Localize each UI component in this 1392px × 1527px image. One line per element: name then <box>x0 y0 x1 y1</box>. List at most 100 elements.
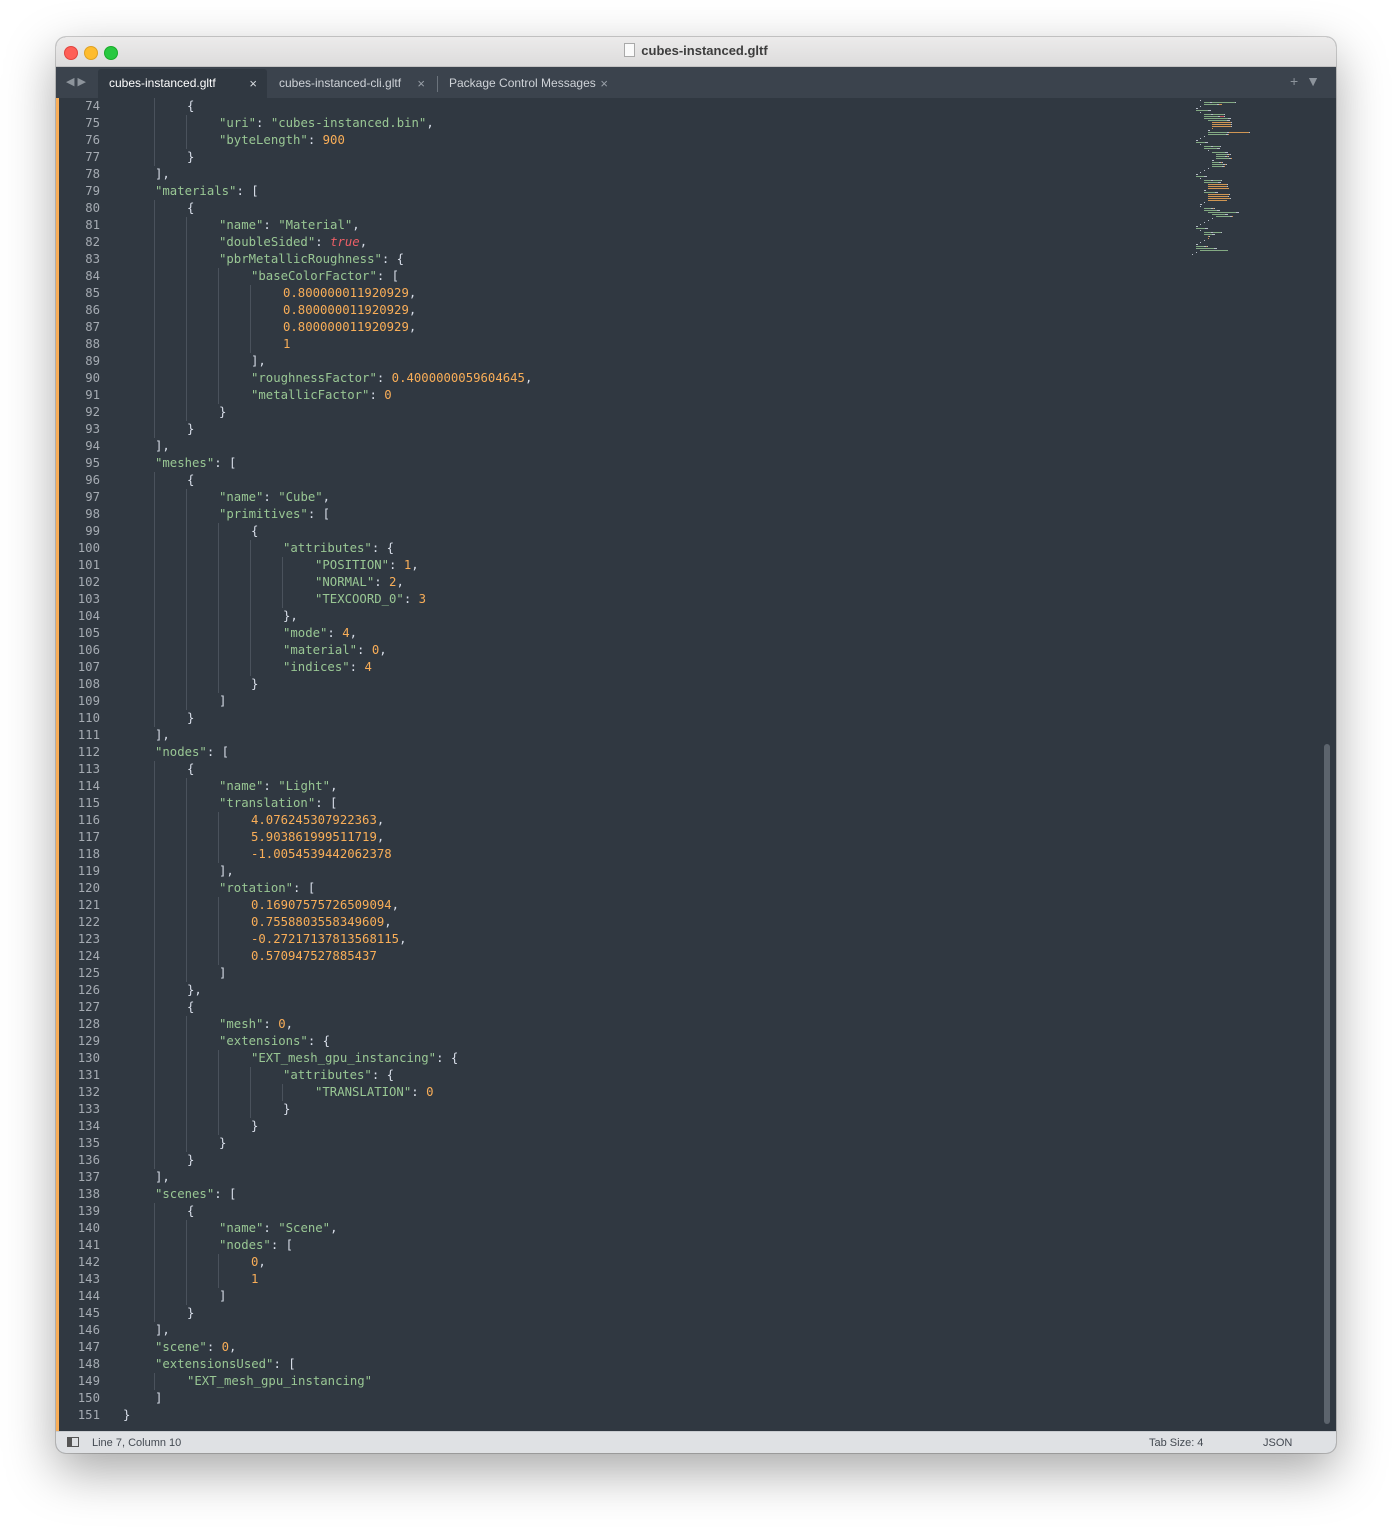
code-line[interactable]: } <box>100 1135 1176 1152</box>
code-line[interactable]: 0.800000011920929, <box>100 302 1176 319</box>
code-line[interactable]: } <box>100 1118 1176 1135</box>
code-line[interactable]: "name": "Material", <box>100 217 1176 234</box>
code-line[interactable]: { <box>100 761 1176 778</box>
tab-menu-icon[interactable]: ▼ <box>1306 73 1320 89</box>
code-line[interactable]: }, <box>100 982 1176 999</box>
code-line[interactable]: "baseColorFactor": [ <box>100 268 1176 285</box>
tab-cubes-instanced-cli[interactable]: cubes-instanced-cli.gltf × <box>268 69 435 98</box>
close-tab-icon[interactable]: × <box>417 69 425 98</box>
code-line[interactable]: "mode": 4, <box>100 625 1176 642</box>
forward-arrow-icon[interactable]: ▶ <box>77 76 88 88</box>
code-line[interactable]: 0.570947527885437 <box>100 948 1176 965</box>
code-line[interactable]: "doubleSided": true, <box>100 234 1176 251</box>
code-line[interactable]: 1 <box>100 336 1176 353</box>
code-line[interactable]: "metallicFactor": 0 <box>100 387 1176 404</box>
code-line[interactable]: "roughnessFactor": 0.4000000059604645, <box>100 370 1176 387</box>
code-line[interactable]: "TEXCOORD_0": 3 <box>100 591 1176 608</box>
line-number: 108 <box>77 677 100 691</box>
vertical-scrollbar[interactable] <box>1322 104 1332 1426</box>
code-line[interactable]: ] <box>100 1390 1176 1407</box>
code-line[interactable]: ], <box>100 166 1176 183</box>
code-line[interactable]: "TRANSLATION": 0 <box>100 1084 1176 1101</box>
code-line[interactable]: "attributes": { <box>100 540 1176 557</box>
sidebar-toggle-icon[interactable] <box>67 1437 79 1447</box>
code-line[interactable]: "name": "Scene", <box>100 1220 1176 1237</box>
close-tab-icon[interactable]: × <box>249 69 257 98</box>
code-area[interactable]: {"uri": "cubes-instanced.bin", "byteLengt… <box>100 98 1176 1424</box>
new-tab-icon[interactable]: + <box>1290 73 1298 89</box>
code-line[interactable]: "name": "Cube", <box>100 489 1176 506</box>
code-line[interactable]: "POSITION": 1, <box>100 557 1176 574</box>
code-line[interactable]: -0.27217137813568115, <box>100 931 1176 948</box>
close-tab-icon[interactable]: × <box>600 69 608 98</box>
code-line[interactable]: { <box>100 98 1176 115</box>
code-line[interactable]: "primitives": [ <box>100 506 1176 523</box>
code-token: , <box>376 830 385 844</box>
code-line[interactable]: { <box>100 200 1176 217</box>
indent-guide <box>154 200 155 217</box>
code-line[interactable]: 4.076245307922363, <box>100 812 1176 829</box>
code-line[interactable]: 0.800000011920929, <box>100 285 1176 302</box>
code-line[interactable]: } <box>100 421 1176 438</box>
code-line[interactable]: 1 <box>100 1271 1176 1288</box>
code-line[interactable]: } <box>100 404 1176 421</box>
syntax-indicator[interactable]: JSON <box>1263 1432 1292 1453</box>
code-line[interactable]: } <box>100 149 1176 166</box>
code-line[interactable]: ], <box>100 1169 1176 1186</box>
code-line[interactable]: { <box>100 999 1176 1016</box>
code-line[interactable]: "scene": 0, <box>100 1339 1176 1356</box>
code-line[interactable]: { <box>100 1203 1176 1220</box>
code-line[interactable]: 5.903861999511719, <box>100 829 1176 846</box>
code-line[interactable]: } <box>100 1152 1176 1169</box>
code-line[interactable]: } <box>100 1305 1176 1322</box>
code-line[interactable]: "NORMAL": 2, <box>100 574 1176 591</box>
code-line[interactable]: "nodes": [ <box>100 1237 1176 1254</box>
code-line[interactable]: "attributes": { <box>100 1067 1176 1084</box>
code-line[interactable]: }, <box>100 608 1176 625</box>
code-line[interactable]: -1.0054539442062378 <box>100 846 1176 863</box>
code-line[interactable]: } <box>100 1407 1176 1424</box>
scrollbar-thumb[interactable] <box>1324 744 1330 1424</box>
code-line[interactable]: 0.16907575726509094, <box>100 897 1176 914</box>
code-line[interactable]: "nodes": [ <box>100 744 1176 761</box>
code-line[interactable]: "name": "Light", <box>100 778 1176 795</box>
tab-package-control-messages[interactable]: Package Control Messages × <box>438 69 618 98</box>
code-line[interactable]: ] <box>100 693 1176 710</box>
code-line[interactable]: ], <box>100 1322 1176 1339</box>
minimap[interactable] <box>1192 100 1250 400</box>
code-line[interactable]: "byteLength": 900 <box>100 132 1176 149</box>
code-line[interactable]: "extensions": { <box>100 1033 1176 1050</box>
tab-size-indicator[interactable]: Tab Size: 4 <box>1149 1432 1203 1453</box>
code-line[interactable]: } <box>100 676 1176 693</box>
code-line[interactable]: "rotation": [ <box>100 880 1176 897</box>
code-line[interactable]: ], <box>100 353 1176 370</box>
code-line[interactable]: { <box>100 523 1176 540</box>
code-line[interactable]: "translation": [ <box>100 795 1176 812</box>
back-arrow-icon[interactable]: ◀ <box>66 76 77 88</box>
minimap-mark <box>1212 124 1231 125</box>
code-line[interactable]: "EXT_mesh_gpu_instancing" <box>100 1373 1176 1390</box>
code-editor[interactable]: 74 75 76 77 78 79 80 81 82 83 84 85 86 87 88 89 90 91 92 93… <box>56 98 1336 1431</box>
code-line[interactable]: 0, <box>100 1254 1176 1271</box>
code-line[interactable]: "meshes": [ <box>100 455 1176 472</box>
code-line[interactable]: "material": 0, <box>100 642 1176 659</box>
tab-cubes-instanced[interactable]: cubes-instanced.gltf × <box>98 69 267 98</box>
code-line[interactable]: "extensionsUsed": [ <box>100 1356 1176 1373</box>
code-line[interactable]: ] <box>100 1288 1176 1305</box>
code-line[interactable]: ] <box>100 965 1176 982</box>
code-line[interactable]: ], <box>100 727 1176 744</box>
code-line[interactable]: "materials": [ <box>100 183 1176 200</box>
code-line[interactable]: } <box>100 1101 1176 1118</box>
code-line[interactable]: "EXT_mesh_gpu_instancing": { <box>100 1050 1176 1067</box>
code-line[interactable]: "mesh": 0, <box>100 1016 1176 1033</box>
code-line[interactable]: "pbrMetallicRoughness": { <box>100 251 1176 268</box>
code-line[interactable]: ], <box>100 438 1176 455</box>
code-line[interactable]: "uri": "cubes-instanced.bin", <box>100 115 1176 132</box>
code-line[interactable]: ], <box>100 863 1176 880</box>
code-line[interactable]: 0.800000011920929, <box>100 319 1176 336</box>
code-line[interactable]: 0.7558803558349609, <box>100 914 1176 931</box>
code-line[interactable]: "scenes": [ <box>100 1186 1176 1203</box>
code-line[interactable]: } <box>100 710 1176 727</box>
code-line[interactable]: "indices": 4 <box>100 659 1176 676</box>
code-line[interactable]: { <box>100 472 1176 489</box>
